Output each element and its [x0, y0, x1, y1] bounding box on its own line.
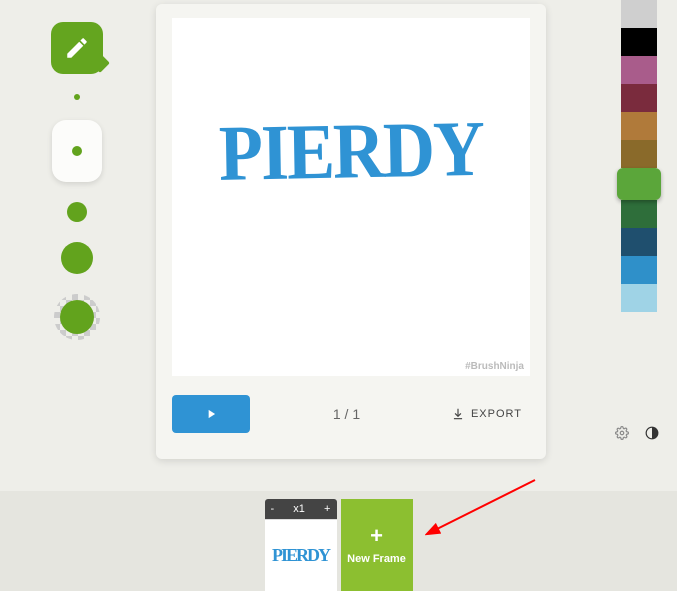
play-icon — [204, 407, 218, 421]
frame-thumb-1-wrap: - x1 + PIERDY — [265, 499, 337, 591]
frame-timeline: - x1 + PIERDY + New Frame — [0, 491, 677, 591]
contrast-icon — [645, 426, 659, 440]
color-swatch-1[interactable] — [621, 28, 657, 56]
color-swatch-7[interactable] — [621, 200, 657, 228]
canvas-panel: PIERDY #BrushNinja 1 / 1 EXPORT — [156, 4, 546, 459]
left-toolbar — [52, 22, 102, 340]
brush-size-medium[interactable] — [67, 202, 87, 222]
gear-icon — [615, 426, 629, 440]
canvas-watermark: #BrushNinja — [465, 361, 524, 372]
color-swatch-8[interactable] — [621, 228, 657, 256]
new-frame-button[interactable]: + New Frame — [341, 499, 413, 591]
color-swatch-0[interactable] — [621, 0, 657, 28]
playback-controls: 1 / 1 EXPORT — [172, 394, 530, 434]
frame-thumbnail-1[interactable]: PIERDY — [265, 519, 337, 591]
brush-size-small-selected[interactable] — [52, 120, 102, 182]
color-swatch-10[interactable] — [621, 284, 657, 312]
color-swatch-4[interactable] — [621, 112, 657, 140]
pencil-icon — [64, 35, 90, 61]
drawing-canvas[interactable]: PIERDY #BrushNinja — [172, 18, 530, 376]
canvas-drawing-text: PIERDY — [171, 102, 530, 200]
brush-size-large[interactable] — [61, 242, 93, 274]
brush-size-xs[interactable] — [74, 94, 80, 100]
download-icon — [451, 407, 465, 421]
new-frame-label: New Frame — [347, 553, 406, 565]
speed-minus-button[interactable]: - — [271, 503, 275, 515]
color-swatch-6[interactable] — [617, 168, 661, 200]
color-swatch-3[interactable] — [621, 84, 657, 112]
frame-counter: 1 / 1 — [250, 406, 443, 422]
color-swatch-5[interactable] — [621, 140, 657, 168]
brush-size-xl[interactable] — [54, 294, 100, 340]
palette-settings-button[interactable] — [615, 426, 629, 443]
draw-tool-button[interactable] — [51, 22, 103, 74]
export-label: EXPORT — [471, 408, 522, 420]
speed-value: x1 — [293, 503, 305, 515]
export-button[interactable]: EXPORT — [443, 407, 530, 421]
frame-speed-control: - x1 + — [265, 499, 337, 519]
color-palette — [621, 0, 657, 312]
brush-dot-icon — [72, 146, 82, 156]
plus-icon: + — [370, 525, 383, 547]
palette-contrast-button[interactable] — [645, 426, 659, 443]
brush-inner-icon — [60, 300, 94, 334]
play-button[interactable] — [172, 395, 250, 433]
color-swatch-2[interactable] — [621, 56, 657, 84]
speed-plus-button[interactable]: + — [324, 503, 330, 515]
color-swatch-9[interactable] — [621, 256, 657, 284]
